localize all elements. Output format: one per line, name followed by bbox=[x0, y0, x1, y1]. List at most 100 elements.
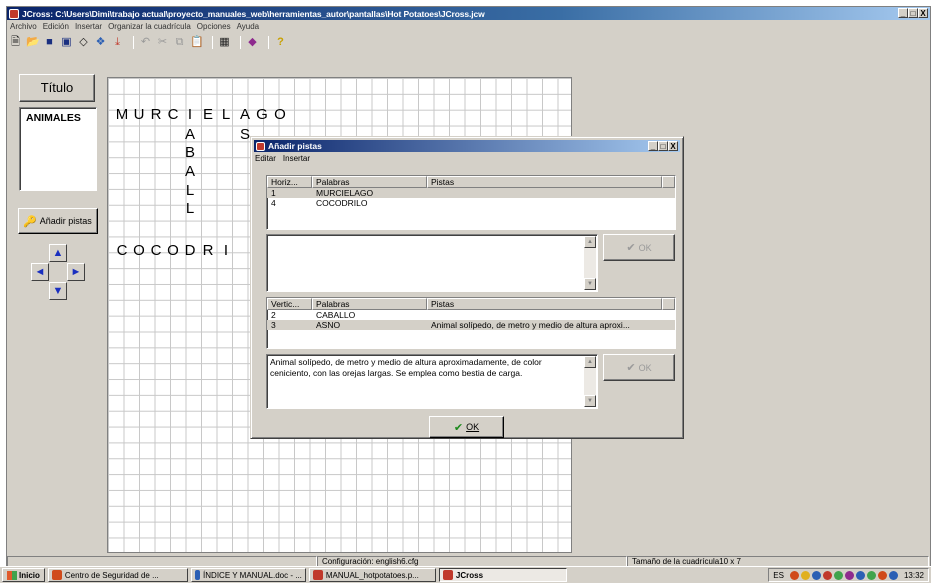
grid-letter[interactable]: A bbox=[182, 126, 198, 143]
scrollbar[interactable]: ▲ ▼ bbox=[584, 356, 596, 407]
grid-letter[interactable]: B bbox=[182, 144, 198, 161]
grid-letter[interactable]: C bbox=[148, 242, 164, 259]
grid-letter[interactable]: U bbox=[131, 106, 147, 123]
new-file-icon[interactable]: 🗎 bbox=[9, 36, 22, 49]
language-indicator[interactable]: ES bbox=[773, 571, 784, 580]
col-header-clue[interactable]: Pistas bbox=[427, 176, 662, 188]
col-header-word[interactable]: Palabras bbox=[312, 298, 427, 310]
col-header-spacer bbox=[662, 298, 675, 310]
export-icon[interactable]: ◆ bbox=[246, 36, 259, 49]
grid-letter[interactable]: G bbox=[254, 106, 270, 123]
dialog-close-button[interactable]: X bbox=[668, 141, 678, 151]
grid-letter[interactable]: C bbox=[165, 106, 181, 123]
html-export-icon[interactable]: ❖ bbox=[94, 36, 107, 49]
grid-letter[interactable]: O bbox=[131, 242, 147, 259]
dialog-menu-insertar[interactable]: Insertar bbox=[283, 154, 317, 163]
undo-icon[interactable]: ↶ bbox=[139, 36, 152, 49]
dialog-ok-button[interactable]: ✔ OK bbox=[429, 416, 504, 438]
title-field[interactable]: ANIMALES bbox=[19, 107, 97, 191]
list-item[interactable]: 2 CABALLO bbox=[267, 310, 675, 320]
minimize-button[interactable]: _ bbox=[898, 8, 908, 18]
down-ok-button[interactable]: ✔ OK bbox=[603, 354, 675, 381]
dialog-title-bar[interactable]: Añadir pistas _ □ X bbox=[254, 140, 680, 152]
tray-icon[interactable] bbox=[833, 570, 843, 580]
start-button[interactable]: Inicio bbox=[2, 568, 45, 582]
list-item[interactable]: 3 ASNO Animal solípedo, de metro y medio… bbox=[267, 320, 675, 330]
title-button[interactable]: Título bbox=[19, 74, 95, 102]
grid-letter[interactable]: C bbox=[114, 242, 130, 259]
grid-letter[interactable]: O bbox=[165, 242, 181, 259]
menu-edicion[interactable]: Edición bbox=[40, 21, 72, 33]
help-icon[interactable]: ? bbox=[274, 36, 287, 49]
maximize-button[interactable]: □ bbox=[908, 8, 918, 18]
arrow-down-button[interactable]: ▼ bbox=[49, 282, 67, 300]
grid-letter[interactable]: R bbox=[148, 106, 164, 123]
add-icon[interactable]: ⤓ bbox=[111, 36, 124, 49]
paste-icon[interactable]: 📋 bbox=[190, 36, 204, 49]
diamond-icon[interactable]: ◇ bbox=[77, 36, 90, 49]
down-clue-memo[interactable]: Animal solípedo, de metro y medio de alt… bbox=[266, 354, 598, 409]
cut-icon[interactable]: ✂ bbox=[156, 36, 169, 49]
add-clues-button[interactable]: 🔑 Añadir pistas bbox=[18, 208, 98, 234]
menu-archivo[interactable]: Archivo bbox=[7, 21, 40, 33]
tray-icon[interactable] bbox=[789, 570, 799, 580]
scroll-up-icon[interactable]: ▲ bbox=[584, 356, 596, 368]
grid-letter[interactable]: I bbox=[218, 242, 234, 259]
save-as-icon[interactable]: ▣ bbox=[60, 36, 73, 49]
menu-ayuda[interactable]: Ayuda bbox=[234, 21, 263, 33]
menu-organizar[interactable]: Organizar la cuadrícula bbox=[105, 21, 194, 33]
taskbar-item-active[interactable]: JCross bbox=[438, 568, 567, 582]
tray-icon[interactable] bbox=[855, 570, 865, 580]
across-list[interactable]: Horiz... Palabras Pistas 1 MURCIELAGO 4 … bbox=[266, 175, 676, 230]
dialog-menu-editar[interactable]: Editar bbox=[255, 154, 283, 163]
menu-opciones[interactable]: Opciones bbox=[194, 21, 234, 33]
down-list[interactable]: Vertic... Palabras Pistas 2 CABALLO 3 AS… bbox=[266, 297, 676, 349]
tray-icon[interactable] bbox=[811, 570, 821, 580]
scroll-up-icon[interactable]: ▲ bbox=[584, 236, 596, 248]
tray-icon[interactable] bbox=[844, 570, 854, 580]
save-icon[interactable]: ■ bbox=[43, 36, 56, 49]
across-clue-memo[interactable]: ▲ ▼ bbox=[266, 234, 598, 292]
grid-letter[interactable]: A bbox=[237, 106, 253, 123]
grid-letter[interactable]: A bbox=[182, 163, 198, 180]
grid-letter[interactable]: M bbox=[114, 106, 130, 123]
menu-insertar[interactable]: Insertar bbox=[72, 21, 105, 33]
dialog-maximize-button[interactable]: □ bbox=[658, 141, 668, 151]
copy-icon[interactable]: ⧉ bbox=[173, 36, 186, 49]
grid-letter[interactable]: L bbox=[218, 106, 234, 123]
list-item[interactable]: 1 MURCIELAGO bbox=[267, 188, 675, 198]
scrollbar[interactable]: ▲ ▼ bbox=[584, 236, 596, 290]
tray-icon[interactable] bbox=[877, 570, 887, 580]
grid-letter[interactable]: L bbox=[182, 182, 198, 199]
grid-letter[interactable]: O bbox=[272, 106, 288, 123]
across-ok-button[interactable]: ✔ OK bbox=[603, 234, 675, 261]
taskbar-item[interactable]: ÍNDICE Y MANUAL.doc - ... bbox=[190, 568, 306, 582]
scroll-down-icon[interactable]: ▼ bbox=[584, 395, 596, 407]
arrow-right-button[interactable]: ► bbox=[67, 263, 85, 281]
tray-icon[interactable] bbox=[866, 570, 876, 580]
grid-letter[interactable]: E bbox=[200, 106, 216, 123]
grid-letter[interactable]: I bbox=[182, 106, 198, 123]
list-item[interactable]: 4 COCODRILO bbox=[267, 198, 675, 208]
menu-bar: Archivo Edición Insertar Organizar la cu… bbox=[7, 21, 262, 33]
grid-letter[interactable]: D bbox=[182, 242, 198, 259]
col-header-num[interactable]: Vertic... bbox=[267, 298, 312, 310]
scroll-down-icon[interactable]: ▼ bbox=[584, 278, 596, 290]
arrow-left-button[interactable]: ◄ bbox=[31, 263, 49, 281]
taskbar-item[interactable]: MANUAL_hotpotatoes.p... bbox=[308, 568, 436, 582]
open-folder-icon[interactable]: 📂 bbox=[26, 36, 40, 49]
arrow-up-button[interactable]: ▲ bbox=[49, 244, 67, 262]
close-button[interactable]: X bbox=[918, 8, 928, 18]
col-header-num[interactable]: Horiz... bbox=[267, 176, 312, 188]
col-header-word[interactable]: Palabras bbox=[312, 176, 427, 188]
grid-letter[interactable]: L bbox=[182, 200, 198, 217]
col-header-clue[interactable]: Pistas bbox=[427, 298, 662, 310]
grid-letter[interactable]: R bbox=[200, 242, 216, 259]
grid-icon[interactable]: ▦ bbox=[218, 36, 231, 49]
tray-icon[interactable] bbox=[822, 570, 832, 580]
taskbar-item[interactable]: Centro de Seguridad de ... bbox=[47, 568, 188, 582]
title-bar[interactable]: JCross: C:\Users\Dimi\trabajo actual\pro… bbox=[7, 7, 930, 20]
tray-icon[interactable] bbox=[800, 570, 810, 580]
dialog-minimize-button[interactable]: _ bbox=[648, 141, 658, 151]
volume-icon[interactable] bbox=[888, 570, 898, 580]
